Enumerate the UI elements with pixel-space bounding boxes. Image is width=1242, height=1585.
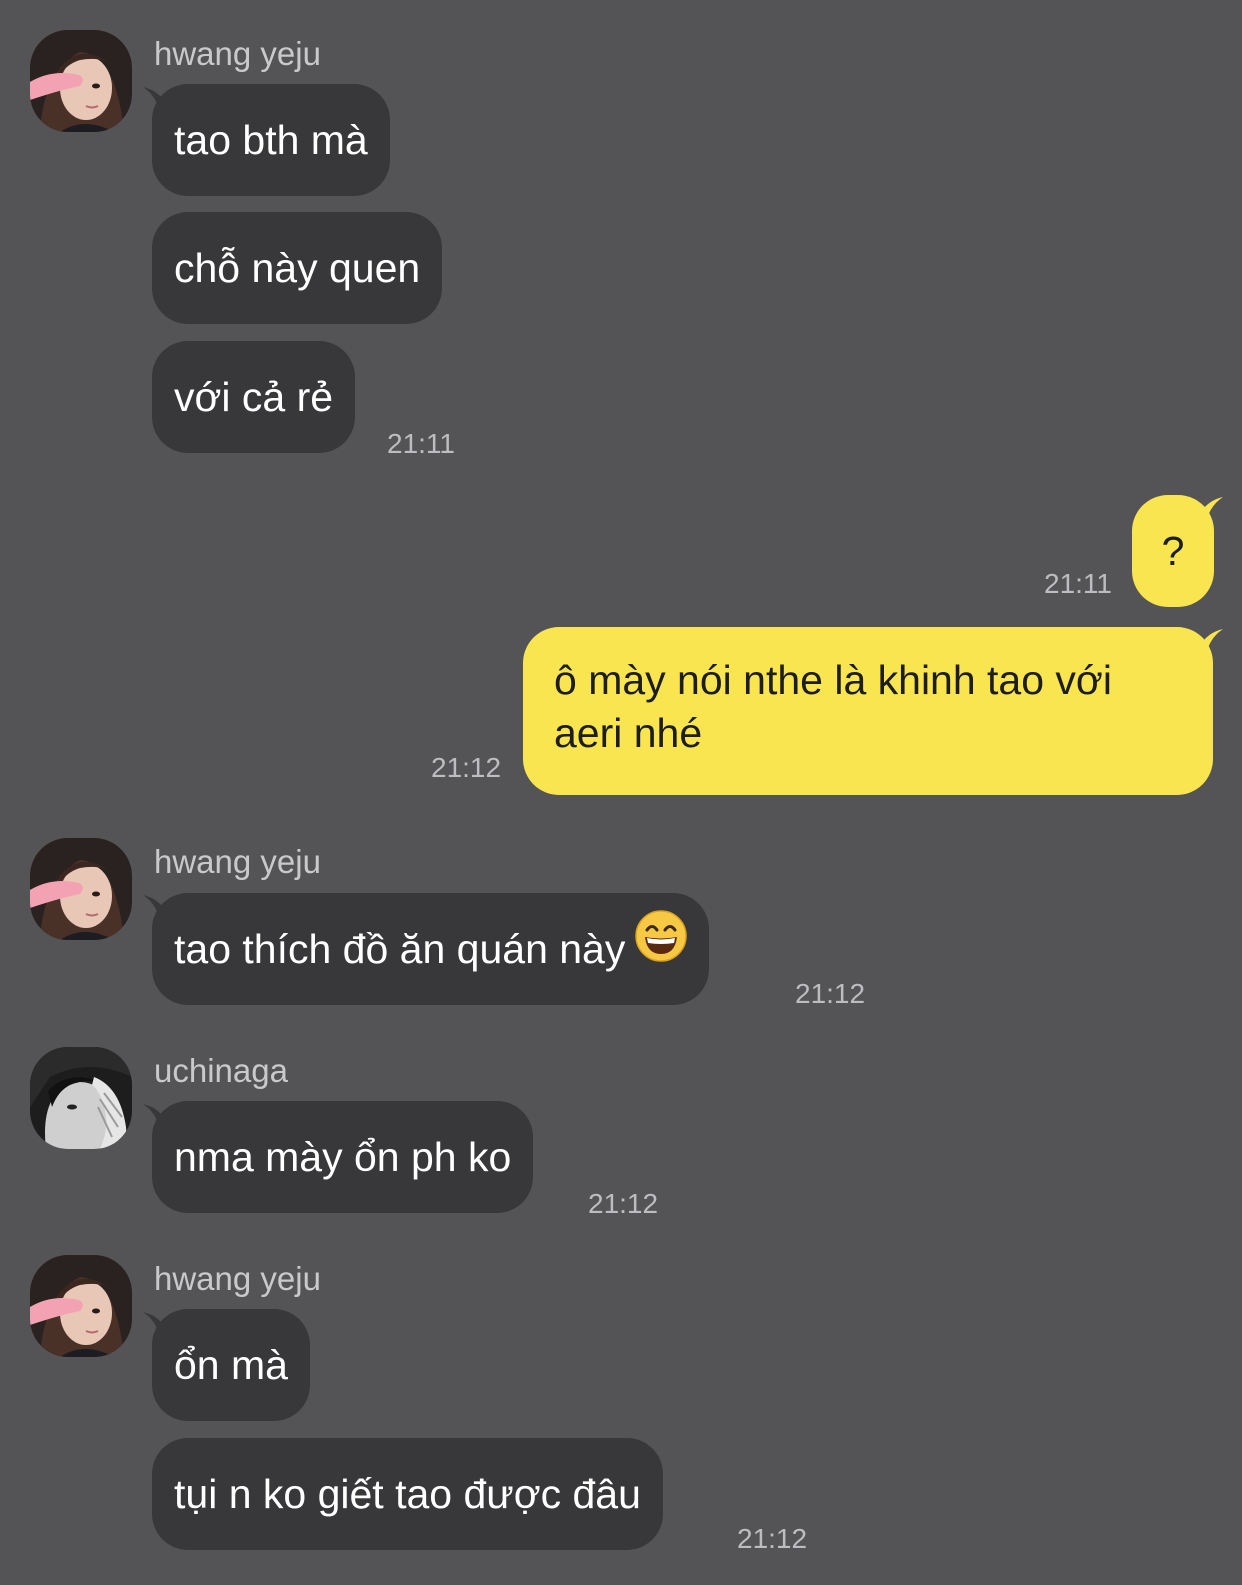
avatar-hwang-yeju[interactable]	[30, 1255, 132, 1357]
avatar-uchinaga[interactable]	[30, 1047, 132, 1149]
message-timestamp: 21:12	[588, 1188, 659, 1219]
message-bubble-outgoing[interactable]: ô mày nói nthe là khinh tao với aeri nhé	[523, 627, 1213, 795]
message-bubble[interactable]: ổn mà	[152, 1309, 310, 1421]
avatar-hwang-yeju[interactable]	[30, 838, 132, 940]
sender-name: uchinaga	[154, 1052, 288, 1089]
message-timestamp: 21:12	[795, 978, 866, 1009]
message-bubble[interactable]: tao bth mà	[152, 84, 390, 196]
message-timestamp: 21:12	[737, 1523, 808, 1554]
avatar-hwang-yeju[interactable]	[30, 30, 132, 132]
sender-name: hwang yeju	[154, 35, 321, 72]
message-bubble[interactable]: tao thích đồ ăn quán này	[152, 892, 710, 1005]
message-timestamp: 21:12	[431, 752, 502, 783]
message-timestamp: 21:11	[1044, 568, 1112, 599]
message-bubble[interactable]: nma mày ổn ph ko	[152, 1101, 534, 1213]
message-bubble[interactable]: chỗ này quen	[152, 212, 443, 324]
message-text: tao thích đồ ăn quán này	[174, 926, 626, 972]
bubble-tail	[1197, 497, 1223, 519]
bubble-tail	[1197, 629, 1223, 651]
message-bubble[interactable]: với cả rẻ	[152, 341, 356, 453]
message-bubble[interactable]: tụi n ko giết tao được đâu	[152, 1438, 663, 1550]
sender-name: hwang yeju	[154, 1260, 321, 1297]
message-line: ô mày nói nthe là khinh tao với	[554, 657, 1112, 703]
sender-name: hwang yeju	[154, 843, 321, 880]
message-timestamp: 21:11	[387, 428, 455, 459]
grinning-face-emoji-icon	[635, 892, 688, 1004]
message-line: aeri nhé	[554, 710, 703, 756]
